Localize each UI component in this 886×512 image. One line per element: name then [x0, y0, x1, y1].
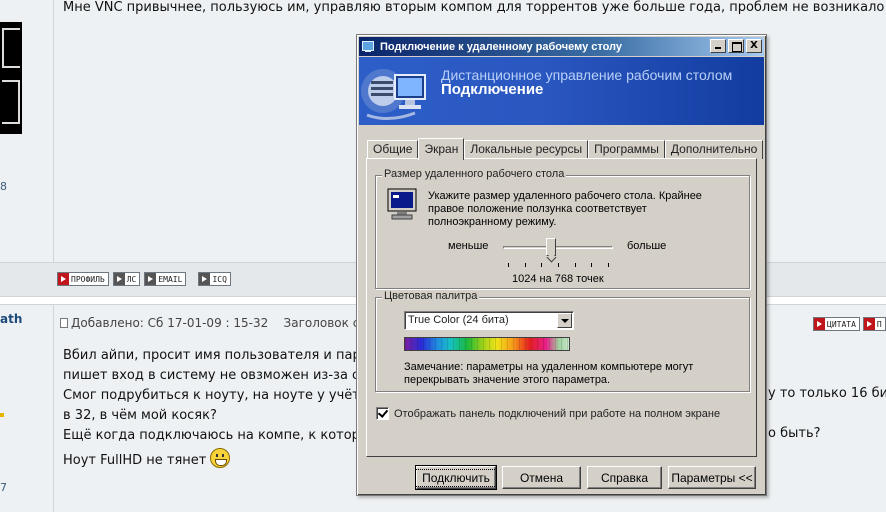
display-tab-panel: Размер удаленного рабочего стола Укажите…: [366, 158, 757, 457]
quote-button[interactable]: ЦИТАТА: [813, 317, 860, 331]
minimize-button[interactable]: [710, 39, 726, 53]
tab-general[interactable]: Общие: [367, 140, 419, 159]
arrow-icon: [199, 273, 211, 285]
post2-line: Вбил айпи, просит имя пользователя и пар…: [63, 348, 377, 363]
document-icon: [60, 318, 68, 328]
remote-desktop-logo-icon: [361, 69, 426, 120]
arrow-icon: [58, 273, 69, 285]
tab-programs[interactable]: Программы: [588, 140, 665, 159]
cancel-button[interactable]: Отмена: [502, 466, 581, 489]
arrow-icon: [113, 273, 125, 285]
screen-size-group: Размер удаленного рабочего стола Укажите…: [375, 168, 750, 289]
arrow-icon: [145, 273, 157, 285]
screen-size-description: Укажите размер удаленного рабочего стола…: [428, 190, 702, 202]
slider-thumb[interactable]: [546, 238, 556, 256]
post1-text: Мне VNC привычнее, пользуюсь им, управля…: [63, 0, 885, 15]
banner-subtitle: Подключение: [441, 81, 544, 98]
avatar: [0, 22, 22, 134]
dropdown-arrow-icon[interactable]: [557, 313, 572, 328]
post2-line: в 32, в чём мой косяк?: [63, 408, 217, 423]
more-button[interactable]: П: [862, 317, 886, 331]
close-button[interactable]: X: [746, 39, 762, 53]
window-controls: X: [708, 39, 762, 53]
color-note: Замечание: параметры на удаленном компью…: [404, 361, 694, 373]
post2-author[interactable]: ath: [0, 312, 22, 326]
slider-tick: [525, 263, 526, 267]
color-palette-legend: Цветовая палитра: [382, 290, 480, 302]
color-note: перекрывать значение этого параметра.: [404, 374, 611, 386]
post2-line: пишет вход в систему не овзможен из-за о…: [63, 368, 376, 383]
color-depth-select[interactable]: True Color (24 бита): [404, 311, 574, 330]
post2-body: Вбил айпи, просит имя пользователя и пар…: [63, 346, 378, 471]
post1-author-column: 8: [0, 0, 54, 262]
email-button[interactable]: EMAIL: [144, 272, 187, 286]
grin-smiley-icon: [210, 448, 231, 468]
color-palette-group: Цветовая палитра True Color (24 бита) За…: [375, 290, 750, 392]
show-connection-bar-checkbox[interactable]: [376, 407, 389, 420]
post2-author-column: 7: [0, 305, 54, 512]
screen-size-description: полноэкранному режиму.: [428, 216, 557, 228]
color-spectrum-preview: [404, 337, 570, 351]
screen-size-slider[interactable]: [503, 238, 613, 267]
dialog-titlebar[interactable]: Подключение к удаленному рабочему столу …: [359, 37, 764, 56]
screen-size-description: правое положение ползунка соответствует: [428, 203, 647, 215]
slider-tick: [558, 263, 559, 267]
maximize-button[interactable]: [728, 39, 744, 53]
options-button[interactable]: Параметры <<: [668, 466, 756, 489]
post2-meta: Добавлено: Сб 17-01-09 : 15-32 Заголовок…: [60, 316, 367, 330]
post2-author-num: 7: [0, 481, 7, 494]
post2-line: Ещё когда подключаюсь на компе, к которо…: [63, 428, 378, 443]
icq-button[interactable]: ICQ: [198, 272, 231, 286]
slider-tick: [508, 263, 509, 267]
quote-buttons: ЦИТАТА П: [813, 317, 886, 331]
dialog-buttons: Подключить Отмена Справка Параметры <<: [415, 465, 756, 490]
pm-button[interactable]: ЛС: [112, 272, 141, 286]
dialog-title: Подключение к удаленному рабочему столу: [380, 40, 623, 53]
slider-track[interactable]: [503, 246, 613, 249]
show-connection-bar-row[interactable]: Отображать панель подключений при работе…: [376, 407, 720, 420]
resolution-readout: 1024 на 768 точек: [512, 273, 604, 285]
screen-size-legend: Размер удаленного рабочего стола: [382, 168, 567, 180]
show-connection-bar-label: Отображать панель подключений при работе…: [394, 407, 721, 420]
profile-button[interactable]: ПРОФИЛЬ: [57, 272, 109, 286]
slider-tick: [591, 263, 592, 267]
rank-star-icon: [0, 413, 4, 417]
post2-text-fragment: о быть?: [768, 426, 821, 441]
dialog-banner: Дистанционное управление рабочим столом …: [359, 57, 764, 125]
post2-text-fragment: у то только 16 бит,: [768, 386, 886, 401]
post2-line-last: Ноут FullHD не тянет: [63, 448, 378, 471]
tab-strip: Общие Экран Локальные ресурсы Программы …: [367, 138, 764, 160]
remote-desktop-dialog: Подключение к удаленному рабочему столу …: [356, 34, 767, 496]
post1-author-num: 8: [0, 180, 7, 193]
slider-less-label: меньше: [448, 240, 489, 252]
slider-more-label: больше: [627, 240, 667, 252]
monitor-icon: [387, 188, 417, 220]
slider-tick: [541, 263, 542, 267]
arrow-icon: [814, 318, 825, 330]
connect-button[interactable]: Подключить: [415, 465, 497, 490]
profile-buttons: ПРОФИЛЬ ЛС EMAIL ICQ: [57, 272, 231, 286]
slider-tick: [575, 263, 576, 267]
post2-line: Смог подрубиться к ноуту, на ноуте у учё…: [63, 388, 377, 403]
help-button[interactable]: Справка: [587, 466, 662, 489]
tab-advanced[interactable]: Дополнительно: [664, 140, 764, 159]
tab-local-resources[interactable]: Локальные ресурсы: [464, 140, 589, 159]
slider-tick: [608, 263, 609, 267]
tab-display[interactable]: Экран: [418, 138, 465, 160]
remote-desktop-icon: [362, 40, 376, 53]
arrow-icon: [863, 318, 875, 330]
